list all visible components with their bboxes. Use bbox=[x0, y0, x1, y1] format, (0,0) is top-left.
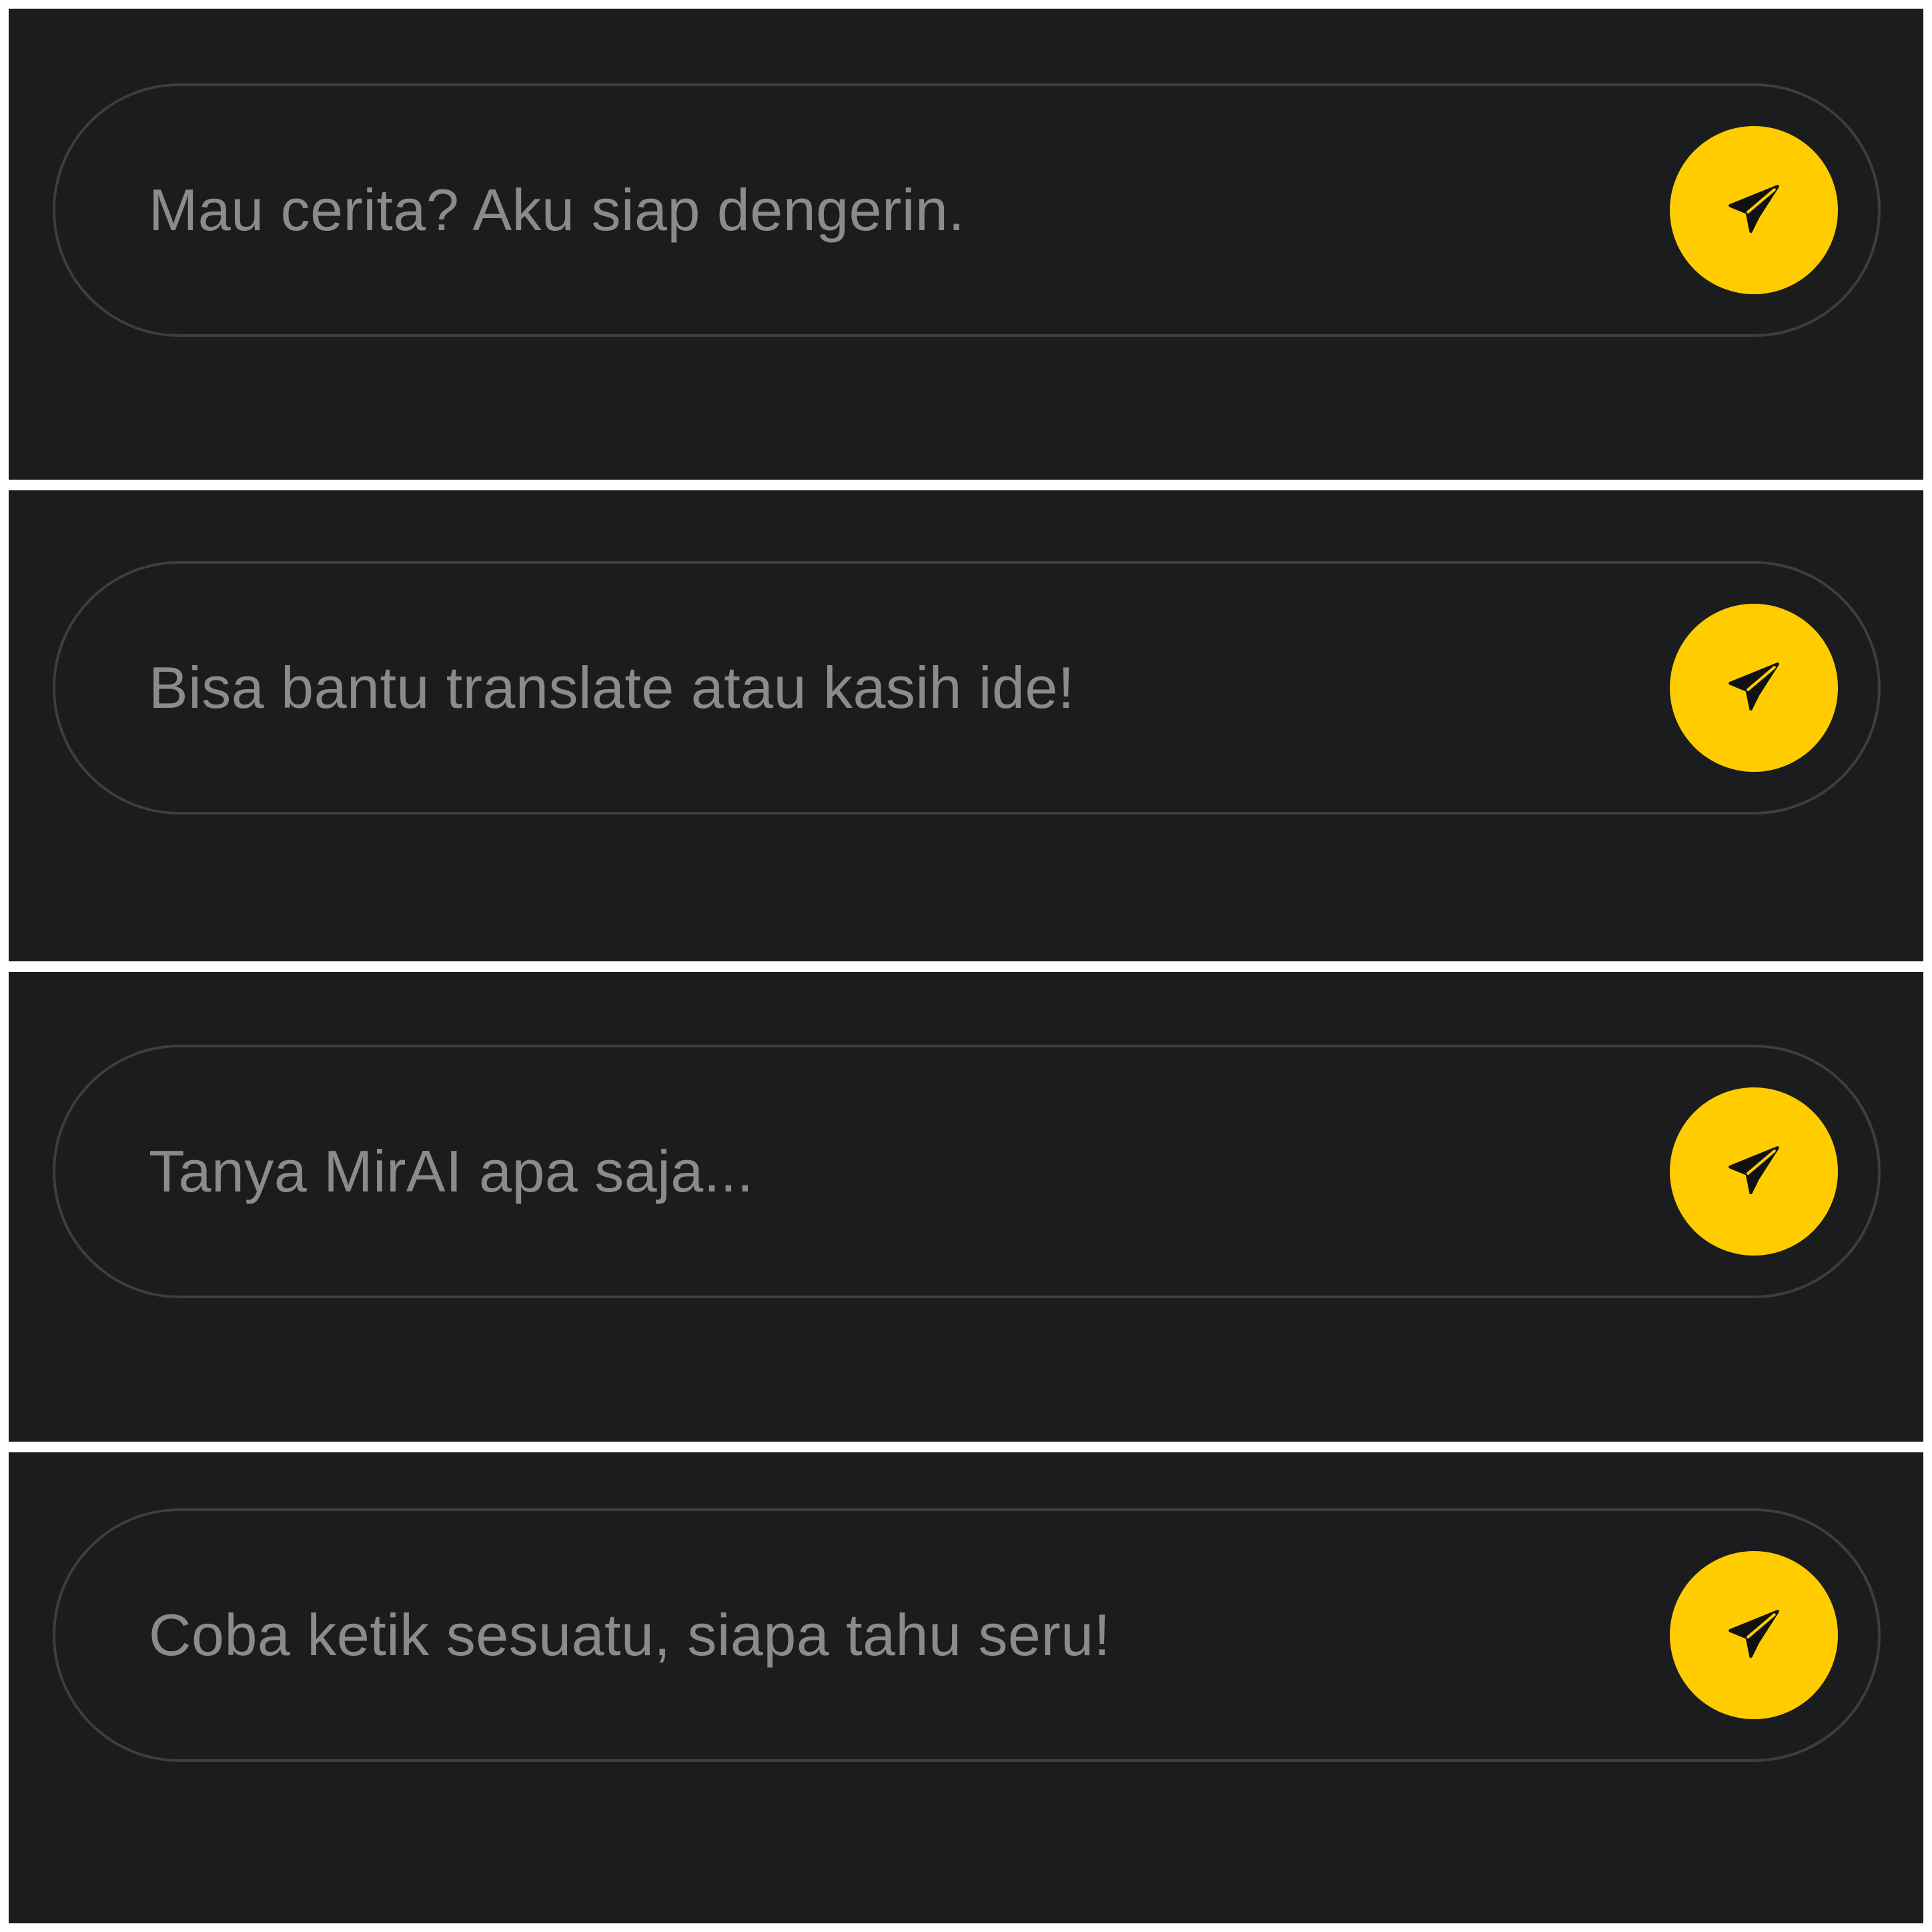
chat-input-field-1[interactable]: Mau cerita? Aku siap dengerin. bbox=[53, 83, 1881, 337]
send-icon bbox=[1729, 1610, 1779, 1658]
chat-input-panel-3: Tanya MirAI apa saja... bbox=[9, 972, 1923, 1442]
send-button-2[interactable] bbox=[1670, 604, 1838, 772]
send-button-3[interactable] bbox=[1670, 1087, 1838, 1256]
chat-input-field-3[interactable]: Tanya MirAI apa saja... bbox=[53, 1045, 1881, 1298]
chat-input-placeholder-3: Tanya MirAI apa saja... bbox=[149, 1138, 754, 1204]
send-button-1[interactable] bbox=[1670, 126, 1838, 294]
send-icon bbox=[1729, 185, 1779, 233]
chat-input-field-2[interactable]: Bisa bantu translate atau kasih ide! bbox=[53, 561, 1881, 815]
chat-input-field-4[interactable]: Coba ketik sesuatu, siapa tahu seru! bbox=[53, 1508, 1881, 1762]
send-icon bbox=[1729, 662, 1779, 711]
chat-input-panel-4: Coba ketik sesuatu, siapa tahu seru! bbox=[9, 1452, 1923, 1923]
chat-input-panel-1: Mau cerita? Aku siap dengerin. bbox=[9, 9, 1923, 480]
chat-input-placeholder-4: Coba ketik sesuatu, siapa tahu seru! bbox=[149, 1602, 1111, 1668]
chat-input-panel-2: Bisa bantu translate atau kasih ide! bbox=[9, 490, 1923, 961]
chat-input-placeholder-2: Bisa bantu translate atau kasih ide! bbox=[149, 654, 1075, 720]
send-button-4[interactable] bbox=[1670, 1551, 1838, 1719]
chat-input-placeholder-1: Mau cerita? Aku siap dengerin. bbox=[149, 177, 965, 243]
send-icon bbox=[1729, 1146, 1779, 1195]
